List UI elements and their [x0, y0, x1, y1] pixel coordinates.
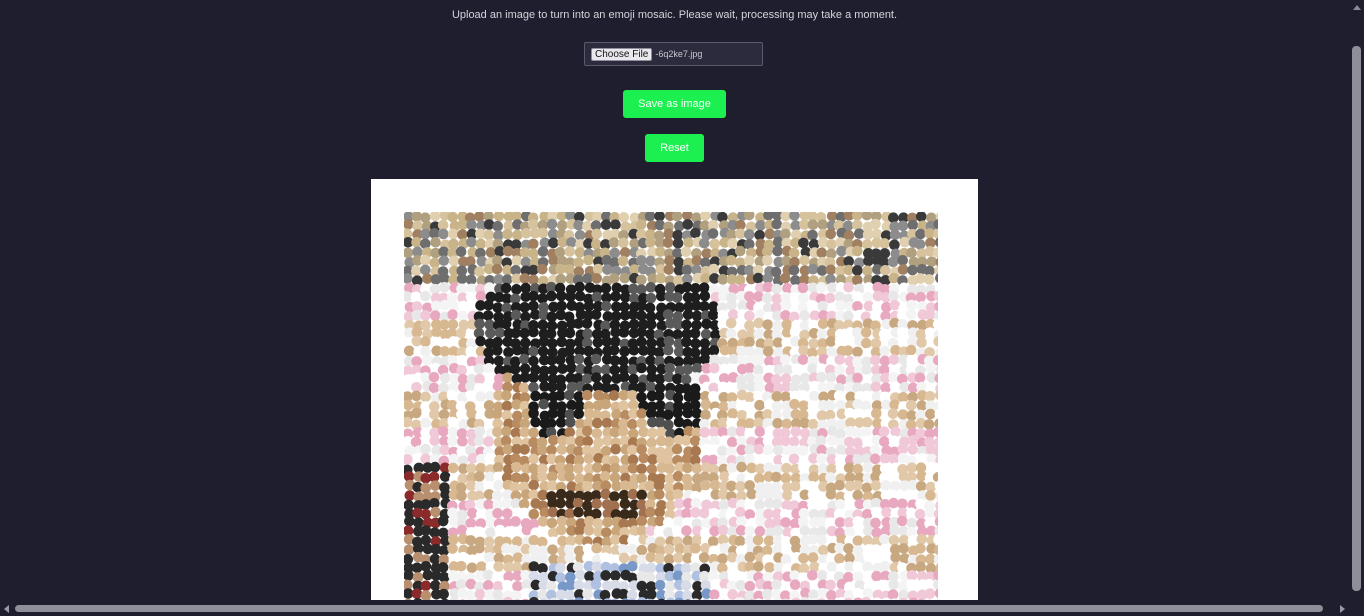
- vertical-scroll-thumb[interactable]: [1352, 46, 1361, 591]
- emoji-mosaic-image: [404, 212, 938, 600]
- scroll-up-icon[interactable]: [1353, 5, 1361, 10]
- vertical-scrollbar[interactable]: [1349, 0, 1364, 601]
- mosaic-canvas: [371, 179, 978, 600]
- horizontal-scroll-thumb[interactable]: [15, 605, 1323, 612]
- scrollbar-corner: [1349, 601, 1364, 616]
- horizontal-scrollbar[interactable]: [0, 601, 1349, 616]
- intro-text: Upload an image to turn into an emoji mo…: [451, 9, 898, 21]
- reset-button[interactable]: Reset: [645, 134, 704, 162]
- choose-file-button[interactable]: Choose File: [591, 47, 653, 61]
- page: Upload an image to turn into an emoji mo…: [0, 0, 1349, 600]
- file-input[interactable]: Choose File -6q2ke7.jpg: [584, 42, 763, 66]
- file-name-label: -6q2ke7.jpg: [655, 49, 703, 59]
- scroll-right-icon[interactable]: [1340, 605, 1345, 613]
- scroll-left-icon[interactable]: [4, 605, 9, 613]
- save-as-image-button[interactable]: Save as image: [623, 90, 726, 118]
